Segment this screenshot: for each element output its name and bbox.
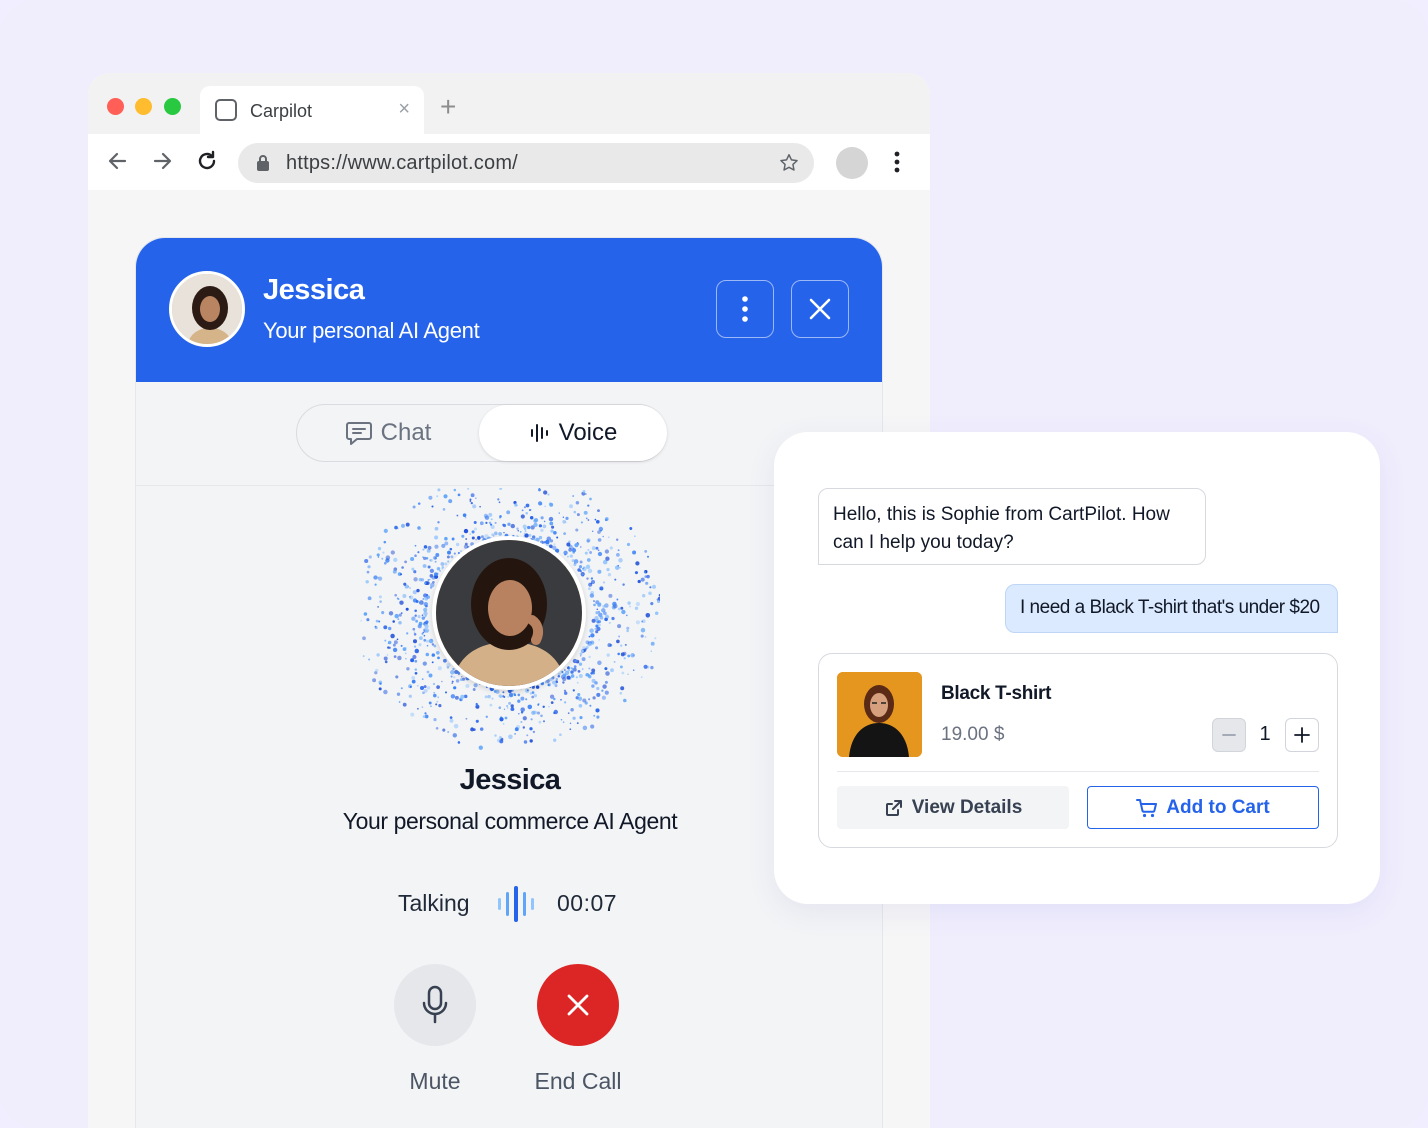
product-price: 19.00 $ [941,724,1005,745]
agent-widget: Jessica Your personal AI Agent Chat Voic… [135,237,883,1128]
divider [136,485,882,486]
product-image[interactable] [837,672,922,757]
quantity-increase-button[interactable] [1285,718,1319,752]
chat-bubble-icon [345,422,372,445]
end-call-label: End Call [534,1068,622,1094]
profile-avatar[interactable] [836,147,868,179]
end-call-button[interactable] [537,964,619,1046]
tab-chat[interactable]: Chat [297,405,479,461]
mode-switch: Chat Voice [296,404,667,462]
audio-wave-icon [498,886,534,922]
quantity-value: 1 [1259,723,1271,745]
agent-avatar [169,271,245,347]
address-bar[interactable]: https://www.cartpilot.com/ [238,143,814,183]
tab-bar: Carpilot × + [88,73,930,134]
minimize-window-dot[interactable] [135,98,152,115]
widget-menu-button[interactable] [716,280,774,338]
close-icon [809,298,831,320]
divider [837,771,1319,772]
forward-arrow-icon[interactable] [149,148,175,174]
view-details-label: View Details [911,796,1023,818]
favicon-icon [215,99,237,121]
header-agent-name: Jessica [263,274,365,306]
bookmark-star-icon[interactable] [778,152,800,174]
agent-subtitle: Your personal commerce AI Agent [342,808,678,834]
call-status-text: Talking [398,890,470,916]
url-text[interactable]: https://www.cartpilot.com/ [286,152,518,175]
call-timer: 00:07 [557,890,618,916]
plus-icon [1294,727,1310,743]
tab-title: Carpilot [250,101,313,121]
chat-panel: Hello, this is Sophie from CartPilot. Ho… [774,432,1380,904]
browser-menu-icon[interactable] [893,150,901,174]
close-window-dot[interactable] [107,98,124,115]
close-icon [567,994,589,1016]
quantity-decrease-button[interactable] [1212,718,1246,752]
agent-portrait [432,536,586,690]
widget-header: Jessica Your personal AI Agent [136,238,882,382]
tab-voice-label: Voice [558,419,618,446]
reload-icon[interactable] [194,148,220,174]
mute-button[interactable] [394,964,476,1046]
mute-label: Mute [409,1068,461,1094]
new-tab-icon[interactable]: + [440,93,456,121]
microphone-icon [422,985,448,1024]
external-link-icon [885,799,902,816]
cart-icon [1136,798,1158,817]
maximize-window-dot[interactable] [164,98,181,115]
tab-chat-label: Chat [380,419,432,446]
browser-toolbar: https://www.cartpilot.com/ [88,134,930,190]
tab-voice[interactable]: Voice [479,405,667,461]
header-agent-subtitle: Your personal AI Agent [263,318,480,343]
minus-icon [1222,734,1236,736]
widget-close-button[interactable] [791,280,849,338]
product-card: Black T-shirt 19.00 $ 1 View Details Add… [818,653,1338,848]
agent-name: Jessica [459,764,561,796]
voice-bars-icon [530,424,548,442]
tab-close-icon[interactable]: × [398,98,410,121]
back-arrow-icon[interactable] [105,148,131,174]
browser-tab[interactable]: Carpilot × [200,86,424,134]
agent-message: Hello, this is Sophie from CartPilot. Ho… [818,488,1206,565]
user-message: I need a Black T-shirt that's under $20 [1005,584,1338,633]
product-name[interactable]: Black T-shirt [941,683,1051,705]
add-to-cart-button[interactable]: Add to Cart [1087,786,1319,829]
view-details-button[interactable]: View Details [837,786,1069,829]
lock-icon [257,155,269,171]
add-to-cart-label: Add to Cart [1166,796,1270,818]
call-status: Talking 00:07 [136,884,882,924]
more-vertical-icon [742,296,748,322]
